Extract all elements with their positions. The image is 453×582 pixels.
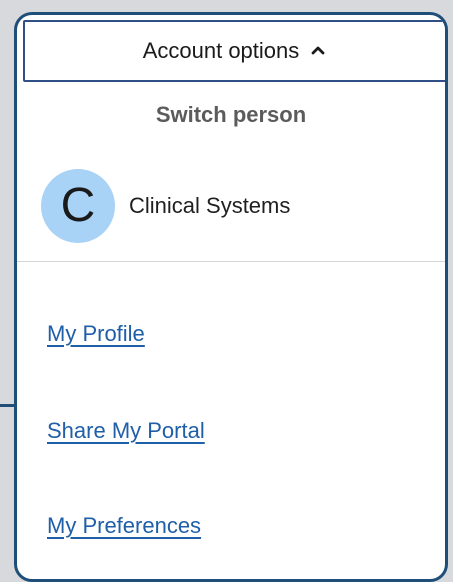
avatar: C [41, 169, 115, 243]
person-name: Clinical Systems [129, 193, 291, 218]
switch-person-heading: Switch person [155, 102, 307, 127]
divider [17, 261, 445, 262]
account-options-dropdown: Account options Switch person C Clinical… [14, 12, 448, 582]
chevron-up-icon [309, 42, 327, 60]
share-my-portal-link[interactable]: Share My Portal [47, 418, 205, 444]
person-option[interactable]: C Clinical Systems [41, 169, 290, 243]
avatar-initial: C [60, 179, 96, 232]
account-options-button[interactable]: Account options [23, 20, 445, 82]
account-options-label: Account options [142, 38, 300, 63]
my-preferences-link[interactable]: My Preferences [47, 513, 201, 539]
my-profile-link[interactable]: My Profile [47, 321, 145, 347]
